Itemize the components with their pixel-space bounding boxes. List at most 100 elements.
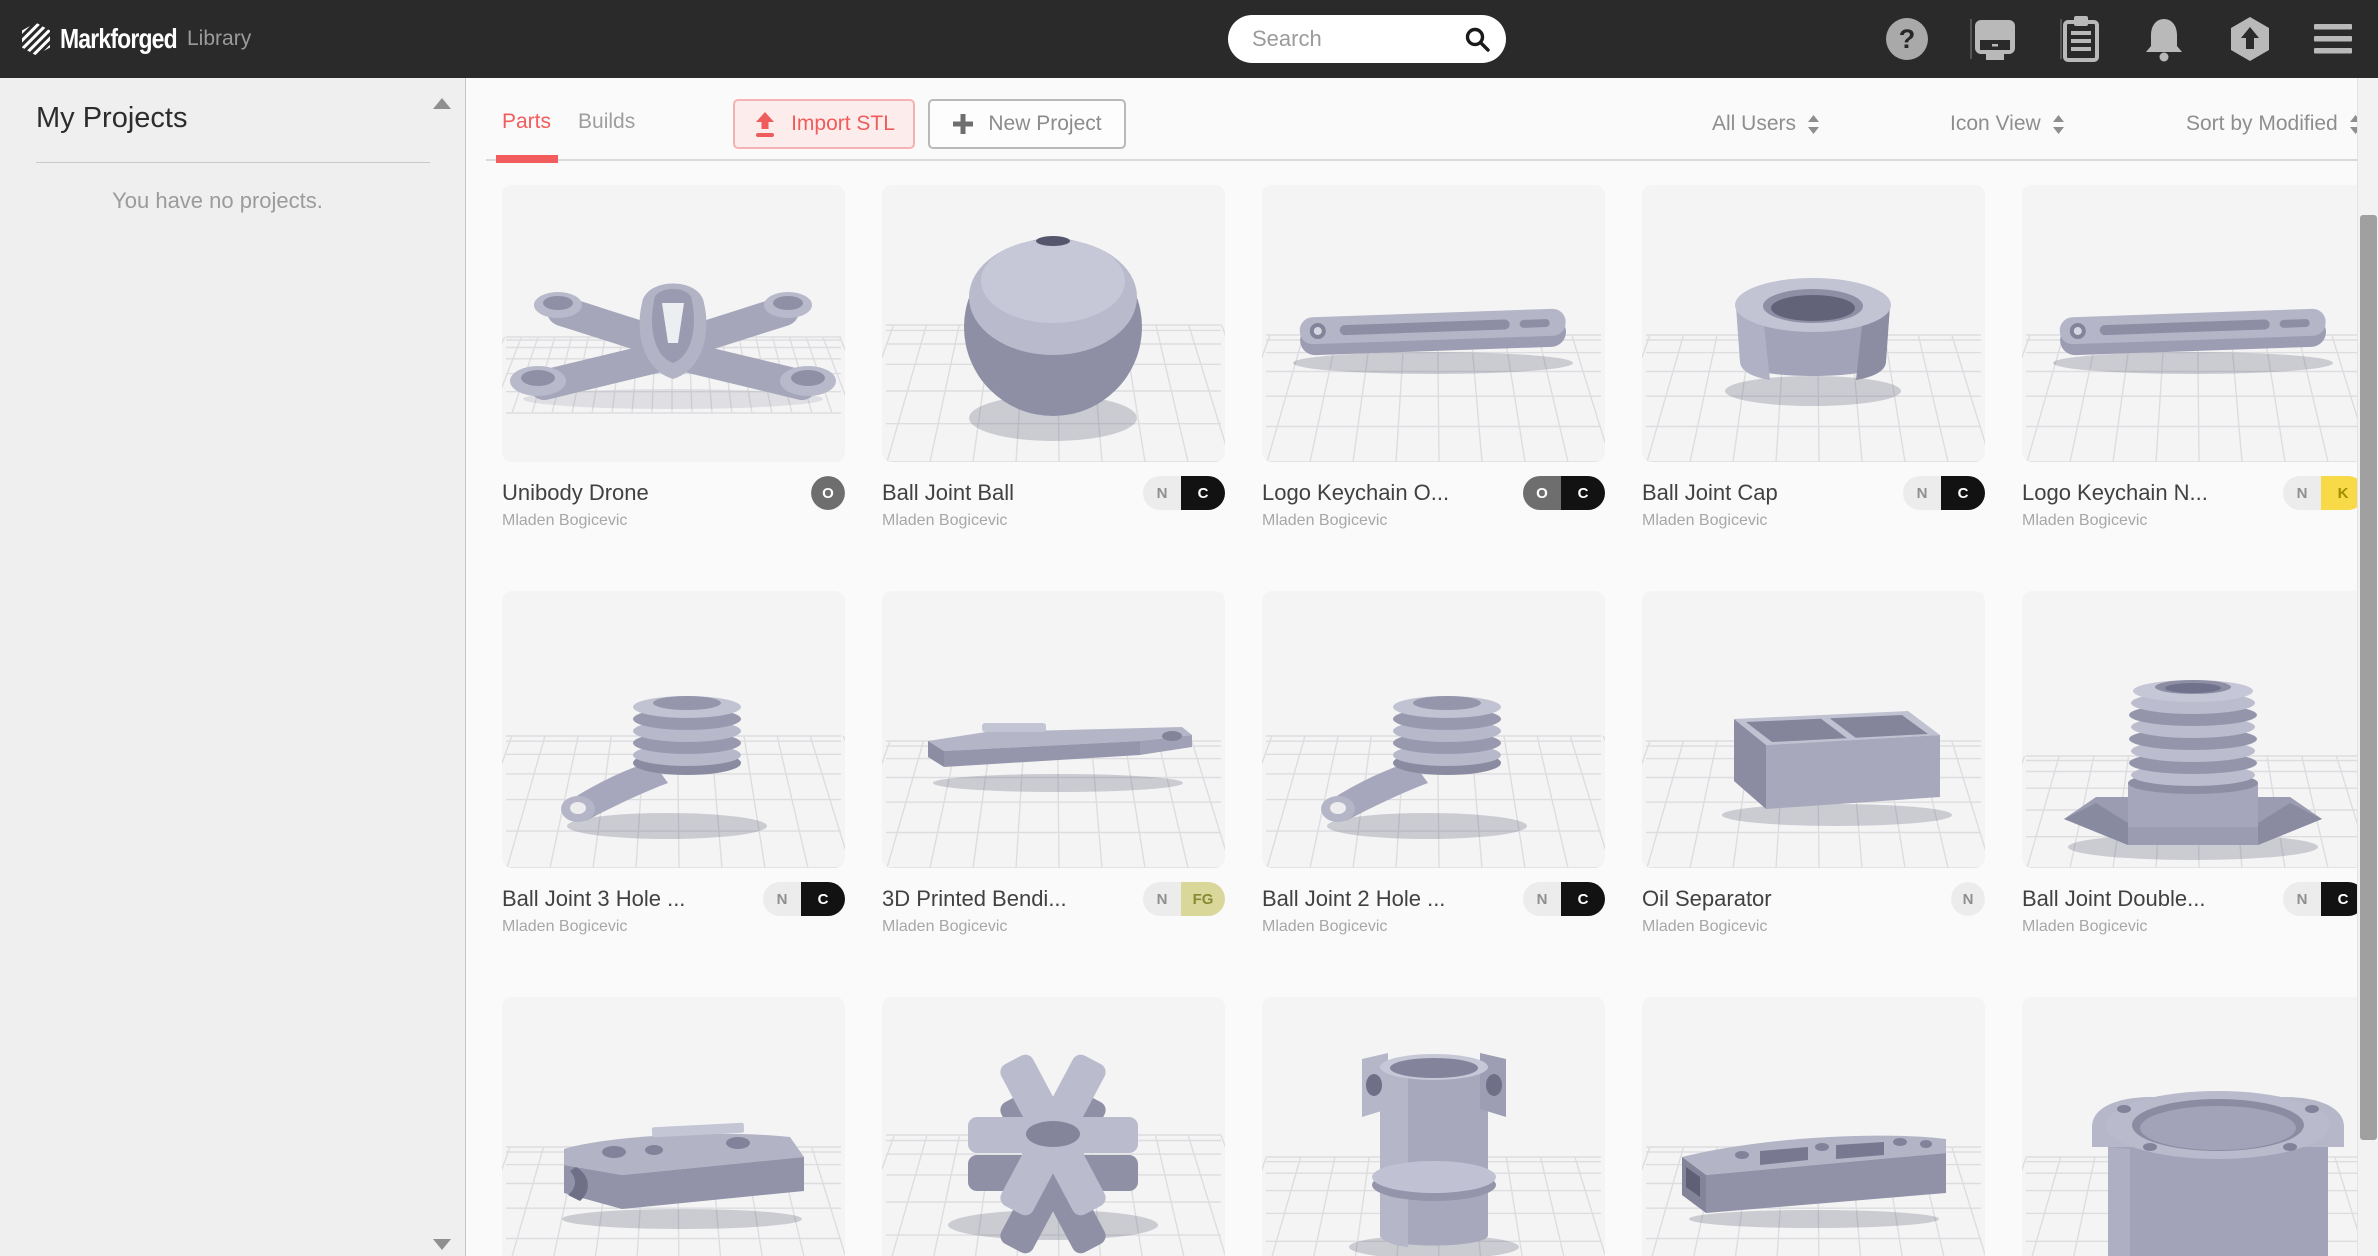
part-card[interactable]: Logo Keychain N... N K Mladen Bogicevic — [2022, 185, 2365, 530]
material-badges: OC — [1523, 476, 1605, 510]
part-render — [1262, 696, 1605, 868]
part-card[interactable] — [1262, 997, 1605, 1256]
part-thumbnail[interactable] — [882, 997, 1225, 1256]
menu-icon[interactable] — [2314, 24, 2352, 54]
printer-icon[interactable] — [1972, 18, 2018, 60]
part-render — [882, 236, 1225, 462]
app-window: Markforged Library ? — [0, 0, 2378, 1256]
top-bar: Markforged Library ? — [0, 0, 2378, 78]
part-card[interactable]: Ball Joint Cap N C Mladen Bogicevic — [1642, 185, 1985, 530]
part-title: Oil Separator — [1642, 886, 1772, 911]
part-render — [1642, 278, 1985, 462]
part-title: Ball Joint 2 Hole ... — [1262, 886, 1446, 911]
new-project-button[interactable]: New Project — [928, 99, 1126, 149]
sort-arrows-icon — [2052, 114, 2064, 134]
tabbar-underline — [486, 159, 2378, 161]
sidebar-scroll-up-icon[interactable] — [433, 98, 451, 109]
material-badges: NC — [763, 882, 845, 916]
sidebar: My Projects You have no projects. — [0, 78, 466, 1256]
import-stl-button[interactable]: Import STL — [733, 99, 915, 149]
part-render — [1642, 1135, 1985, 1256]
part-card[interactable]: Ball Joint 2 Hole ... N C Mladen Bogicevic — [1262, 591, 1605, 936]
sort-by-dropdown[interactable]: Sort by Modified — [2186, 112, 2362, 136]
brand-name: Markforged — [60, 23, 178, 54]
material-badge-fg: FG — [1181, 882, 1225, 916]
search-icon[interactable] — [1464, 26, 1490, 52]
part-thumbnail[interactable] — [1262, 185, 1605, 462]
part-card[interactable]: Ball Joint 3 Hole ... N C Mladen Bogicevic — [502, 591, 845, 936]
main-scrollbar-thumb[interactable] — [2360, 215, 2377, 1140]
part-card[interactable] — [1642, 997, 1985, 1256]
part-thumbnail[interactable] — [2022, 185, 2365, 462]
part-render — [1262, 308, 1605, 462]
tab-builds[interactable]: Builds — [578, 110, 635, 134]
part-thumbnail[interactable] — [882, 185, 1225, 462]
material-badges: O — [811, 476, 845, 510]
search-input[interactable] — [1250, 25, 1464, 53]
material-badge-n: N — [2283, 476, 2321, 510]
sort-by-label: Sort by Modified — [2186, 112, 2338, 135]
part-title: Logo Keychain N... — [2022, 480, 2208, 505]
part-card[interactable] — [502, 997, 845, 1256]
tab-parts[interactable]: Parts — [502, 110, 551, 134]
part-thumbnail[interactable] — [1642, 185, 1985, 462]
markforged-logo[interactable]: Markforged — [22, 0, 202, 78]
material-badge-c: C — [1561, 882, 1605, 916]
clipboard-icon[interactable] — [2062, 15, 2100, 63]
part-title: Ball Joint Ball — [882, 480, 1015, 505]
view-mode-dropdown[interactable]: Icon View — [1950, 112, 2065, 136]
part-card[interactable]: Logo Keychain O... O C Mladen Bogicevic — [1262, 185, 1605, 530]
sidebar-scroll-down-icon[interactable] — [433, 1239, 451, 1250]
part-thumbnail[interactable] — [502, 185, 845, 462]
upload-icon — [756, 111, 775, 137]
notifications-bell-icon[interactable] — [2142, 16, 2186, 62]
markforged-hex-icon — [22, 22, 50, 56]
part-card[interactable]: Ball Joint Ball N C Mladen Bogicevic — [882, 185, 1225, 530]
part-title-row: Ball Joint Double... N C — [2022, 882, 2365, 916]
part-thumbnail[interactable] — [1262, 997, 1605, 1256]
material-badge-c: C — [801, 882, 845, 916]
material-badge-n: N — [2283, 882, 2321, 916]
help-glyph: ? — [1898, 23, 1916, 54]
part-title: 3D Printed Bendi... — [882, 886, 1067, 911]
part-thumbnail[interactable] — [2022, 997, 2365, 1256]
part-card[interactable]: Unibody Drone O Mladen Bogicevic — [502, 185, 845, 530]
part-thumbnail[interactable] — [502, 591, 845, 868]
part-thumbnail[interactable] — [882, 591, 1225, 868]
part-card[interactable]: Ball Joint Double... N C Mladen Bogicevic — [2022, 591, 2365, 936]
part-card[interactable] — [2022, 997, 2365, 1256]
sidebar-title: My Projects — [36, 102, 188, 134]
part-thumbnail[interactable] — [2022, 591, 2365, 868]
part-thumbnail[interactable] — [502, 997, 845, 1256]
part-title: Ball Joint 3 Hole ... — [502, 886, 686, 911]
part-title: Ball Joint Cap — [1642, 480, 1778, 505]
part-thumbnail[interactable] — [1642, 591, 1985, 868]
material-badges: NK — [2283, 476, 2365, 510]
part-thumbnail[interactable] — [1262, 591, 1605, 868]
help-icon[interactable]: ? — [1886, 18, 1928, 60]
part-render — [1642, 711, 1985, 868]
part-title-row: Logo Keychain O... O C — [1262, 476, 1605, 510]
material-badges: NC — [1523, 882, 1605, 916]
part-card[interactable] — [882, 997, 1225, 1256]
part-render — [2022, 1091, 2365, 1256]
part-author: Mladen Bogicevic — [502, 918, 628, 935]
users-filter-dropdown[interactable]: All Users — [1712, 112, 1820, 136]
material-badges: N FG — [1143, 882, 1225, 916]
part-thumbnail[interactable] — [1642, 997, 1985, 1256]
part-render — [1262, 1053, 1605, 1256]
material-badges: N — [1951, 882, 1985, 916]
nav-library[interactable]: Library — [187, 0, 251, 78]
part-title: Unibody Drone — [502, 480, 649, 505]
part-card[interactable]: 3D Printed Bendi... N FG Mladen Bogicevic — [882, 591, 1225, 936]
part-render — [502, 283, 845, 414]
material-badge-c: C — [1941, 476, 1985, 510]
part-title-row: 3D Printed Bendi... N FG — [882, 882, 1225, 916]
part-card[interactable]: Oil Separator N Mladen Bogicevic — [1642, 591, 1985, 936]
material-badge-o: O — [811, 476, 845, 510]
new-project-label: New Project — [988, 112, 1102, 135]
part-title-row: Ball Joint 3 Hole ... N C — [502, 882, 845, 916]
part-author: Mladen Bogicevic — [1262, 512, 1388, 529]
sidebar-divider — [36, 162, 430, 163]
upload-hexagon-icon[interactable] — [2228, 15, 2272, 63]
